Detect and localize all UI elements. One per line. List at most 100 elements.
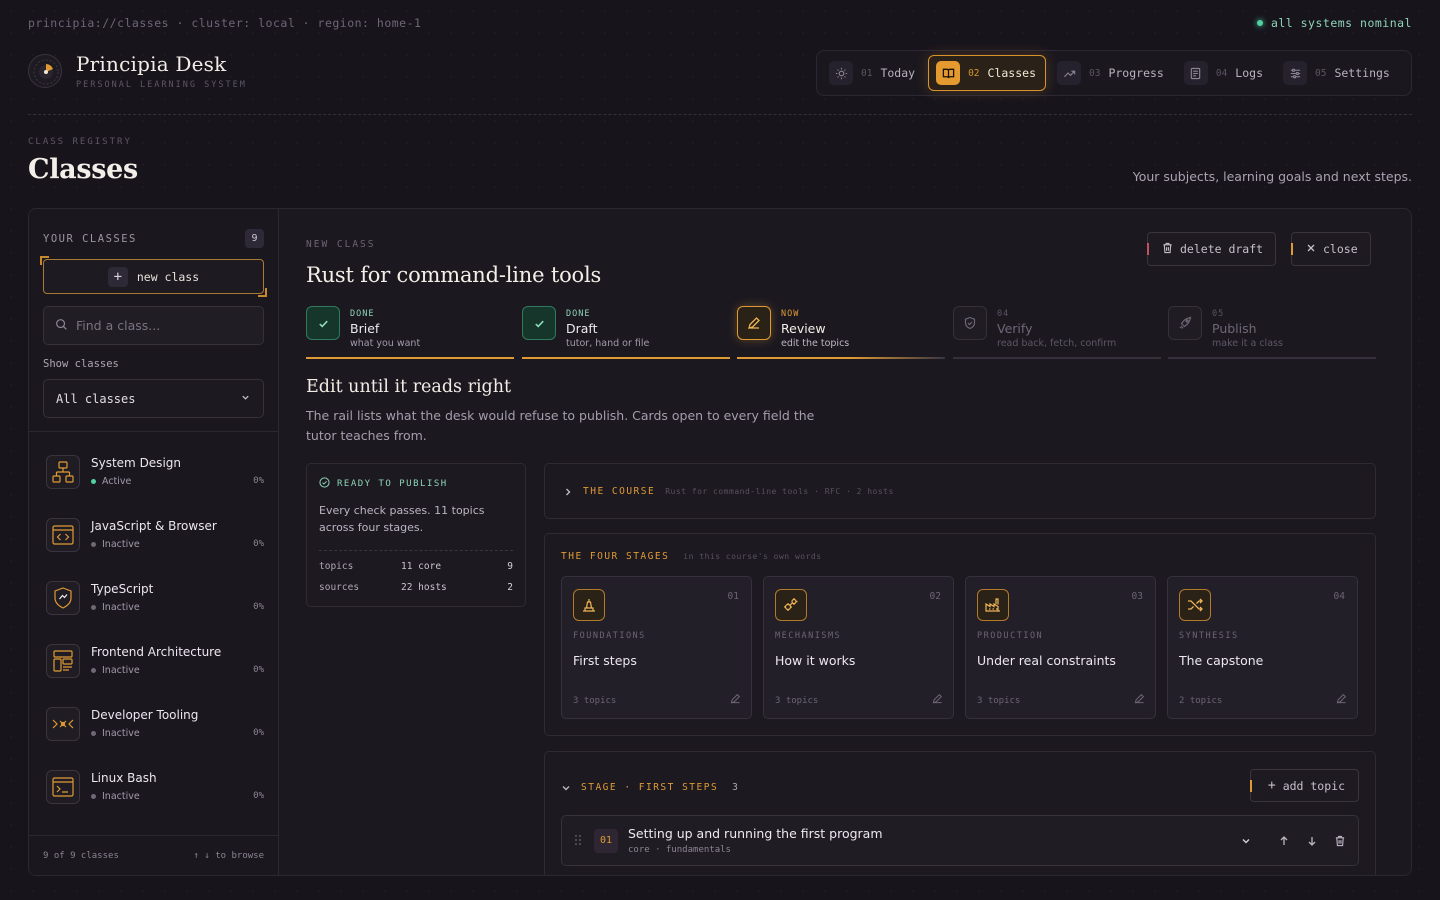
- class-progress: 0%: [253, 601, 264, 612]
- nav-settings-label: Settings: [1334, 66, 1390, 80]
- close-button[interactable]: close: [1291, 232, 1371, 266]
- class-progress: 0%: [253, 790, 264, 801]
- edit-pencil-icon[interactable]: [1336, 689, 1347, 708]
- focus-corner: [258, 288, 267, 297]
- class-name: System Design: [91, 456, 181, 470]
- accent-marker: [1291, 243, 1293, 255]
- step-review[interactable]: NOW Review edit the topics: [737, 306, 945, 361]
- stage-card-synthesis[interactable]: 04 SYNTHESIS The capstone 2 topics: [1167, 576, 1358, 719]
- ready-row-topics: topics 11 core 9: [319, 561, 513, 572]
- class-item-frontend-architecture[interactable]: Frontend Architecture Inactive 0%: [29, 629, 278, 692]
- nav-progress[interactable]: 03 Progress: [1050, 55, 1173, 91]
- edit-pencil-icon[interactable]: [932, 689, 943, 708]
- course-label: THE COURSE: [583, 485, 656, 497]
- course-note: Rust for command-line tools · RFC · 2 ho…: [665, 486, 894, 496]
- progress-stepper: DONE Brief what you want DONE Draft tuto…: [306, 306, 1376, 361]
- class-name: TypeScript: [91, 582, 154, 596]
- stage-kind: SYNTHESIS: [1179, 631, 1239, 641]
- class-status-text: Inactive: [102, 665, 140, 676]
- search-input[interactable]: [76, 318, 256, 333]
- section-title: Edit until it reads right: [306, 377, 512, 397]
- drag-handle-icon[interactable]: [574, 831, 582, 850]
- danger-marker: [1147, 243, 1149, 255]
- class-search[interactable]: [43, 306, 264, 345]
- ready-count: 9: [507, 561, 513, 572]
- stage-card-mechanisms[interactable]: 02 MECHANISMS How it works 3 topics: [763, 576, 954, 719]
- class-status-text: Inactive: [102, 728, 140, 739]
- step-draft[interactable]: DONE Draft tutor, hand or file: [522, 306, 730, 361]
- step-publish[interactable]: 05 Publish make it a class: [1168, 306, 1376, 361]
- status-dot: [91, 731, 96, 736]
- stage-number: 02: [929, 591, 941, 602]
- class-status-text: Inactive: [102, 602, 140, 613]
- topic-actions: [1238, 833, 1348, 849]
- ready-row-sources: sources 22 hosts 2: [319, 582, 513, 593]
- sidebar: YOUR CLASSES 9 + new class Show classes …: [29, 209, 279, 875]
- close-label: close: [1323, 242, 1358, 256]
- pencil-icon: [737, 306, 771, 340]
- edit-pencil-icon[interactable]: [730, 689, 741, 708]
- step-verify[interactable]: 04 Verify read back, fetch, confirm: [953, 306, 1161, 361]
- step-brief[interactable]: DONE Brief what you want: [306, 306, 514, 361]
- class-item-linux-bash[interactable]: Linux Bash Inactive 0%: [29, 755, 278, 818]
- course-section-toggle[interactable]: THE COURSE Rust for command-line tools ·…: [544, 463, 1376, 519]
- ready-count: 2: [507, 582, 513, 593]
- brand[interactable]: Principia Desk PERSONAL LEARNING SYSTEM: [28, 52, 247, 90]
- page-subtitle: Your subjects, learning goals and next s…: [1132, 169, 1412, 184]
- chevron-down-icon: [561, 778, 571, 797]
- system-health: all systems nominal: [1256, 16, 1412, 30]
- class-count-text: 9 of 9 classes: [43, 850, 119, 861]
- publish-check-card: READY TO PUBLISH Every check passes. 11 …: [306, 463, 526, 607]
- class-status: Inactive: [91, 728, 253, 739]
- stage-card-production[interactable]: 03 PRODUCTION Under real constraints 3 t…: [965, 576, 1156, 719]
- stage-card-foundations[interactable]: 01 FOUNDATIONS First steps 3 topics: [561, 576, 752, 719]
- class-editor: NEW CLASS Rust for command-line tools de…: [280, 209, 1411, 875]
- nav-today[interactable]: 01 Today: [822, 55, 924, 91]
- class-status: Inactive: [91, 539, 253, 550]
- check-circle-icon: [319, 477, 330, 491]
- class-item-developer-tooling[interactable]: Developer Tooling Inactive 0%: [29, 692, 278, 755]
- delete-draft-label: delete draft: [1180, 242, 1264, 256]
- status-dot: [91, 605, 96, 610]
- check-icon: [306, 306, 340, 340]
- brand-logo-icon: [28, 54, 62, 88]
- stages-label: THE FOUR STAGES: [561, 551, 670, 562]
- class-status-text: Active: [102, 476, 132, 487]
- class-item-typescript[interactable]: TypeScript Inactive 0%: [29, 566, 278, 629]
- topic-row[interactable]: 01 Setting up and running the first prog…: [561, 815, 1359, 866]
- move-up-icon[interactable]: [1276, 833, 1292, 849]
- nav-settings[interactable]: 05 Settings: [1276, 55, 1399, 91]
- class-item-javascript-browser[interactable]: JavaScript & Browser Inactive 0%: [29, 503, 278, 566]
- expand-chevron-icon[interactable]: [1238, 833, 1254, 849]
- stage-detail-toggle[interactable]: STAGE · FIRST STEPS 3: [561, 778, 738, 797]
- check-icon: [522, 306, 556, 340]
- sliders-icon: [1283, 61, 1307, 85]
- nav-logs[interactable]: 04 Logs: [1177, 55, 1272, 91]
- class-name: Linux Bash: [91, 771, 157, 785]
- add-topic-button[interactable]: + add topic: [1249, 769, 1359, 802]
- stages-note: in this course's own words: [683, 552, 822, 561]
- step-tag: DONE: [350, 309, 375, 319]
- layout-icon: [46, 643, 80, 678]
- class-status: Inactive: [91, 602, 253, 613]
- class-name: Frontend Architecture: [91, 645, 222, 659]
- step-bar: [953, 357, 1161, 359]
- move-down-icon[interactable]: [1304, 833, 1320, 849]
- stage-topics: 2 topics: [1179, 696, 1223, 706]
- edit-pencil-icon[interactable]: [1134, 689, 1145, 708]
- nav-classes[interactable]: 02 Classes: [928, 55, 1046, 91]
- health-text: all systems nominal: [1270, 16, 1412, 30]
- class-count-badge: 9: [245, 229, 264, 248]
- topic-meta: core · fundamentals: [628, 845, 731, 855]
- diagram-icon: [46, 454, 80, 489]
- sidebar-header: YOUR CLASSES 9: [43, 229, 264, 248]
- ready-value: 22 hosts: [401, 582, 447, 593]
- stage-topics: 3 topics: [573, 696, 617, 706]
- trash-icon[interactable]: [1332, 833, 1348, 849]
- class-item-system-design[interactable]: System Design Active 0%: [29, 440, 278, 503]
- class-status: Active: [91, 476, 253, 487]
- class-filter-select[interactable]: All classes: [43, 379, 264, 418]
- delete-draft-button[interactable]: delete draft: [1147, 232, 1277, 266]
- step-name: Draft: [566, 321, 598, 336]
- new-class-button[interactable]: + new class: [43, 259, 264, 294]
